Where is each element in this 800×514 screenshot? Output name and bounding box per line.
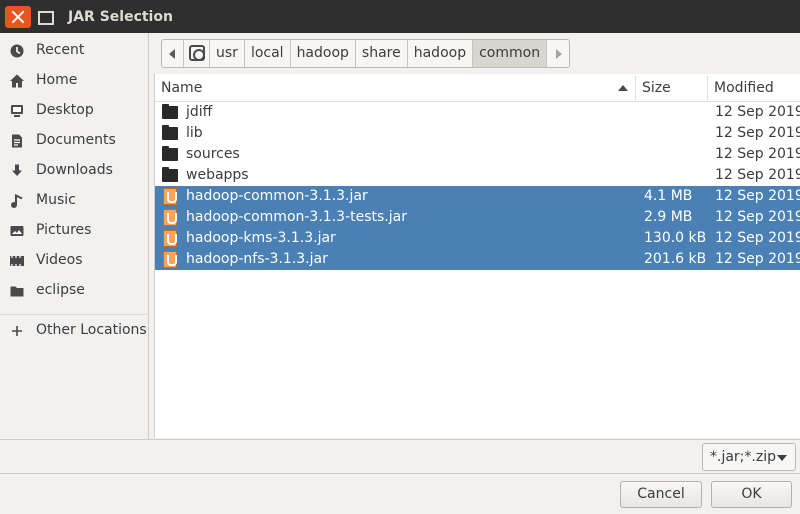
path-segment-local[interactable]: local (245, 40, 291, 67)
file-name: hadoop-kms-3.1.3.jar (186, 230, 336, 246)
column-header-name[interactable]: Name (161, 74, 202, 102)
sort-ascending-icon (618, 85, 628, 91)
sidebar-item-label: Other Locations (36, 322, 147, 338)
file-size: 201.6 kB (644, 251, 707, 267)
sidebar-item-documents[interactable]: Documents (0, 126, 148, 156)
video-icon (10, 256, 24, 266)
column-header: Name Size Modified (155, 74, 800, 102)
document-icon (12, 134, 22, 148)
sidebar-item-home[interactable]: Home (0, 66, 148, 96)
sidebar-item-other-locations[interactable]: Other Locations (0, 316, 148, 346)
file-modified: 12 Sep 2019 (715, 230, 800, 246)
file-row-hadoop-common-tests-jar[interactable]: hadoop-common-3.1.3-tests.jar 2.9 MB 12 … (155, 207, 800, 228)
path-scroll-left-button[interactable] (162, 40, 184, 67)
places-sidebar: Recent Home Desktop Documents Downloads … (0, 33, 149, 439)
file-name: jdiff (186, 104, 213, 120)
file-modified: 12 Sep 2019 (715, 251, 800, 267)
file-modified: 12 Sep 2019 (715, 125, 800, 141)
path-segment-share[interactable]: share (356, 40, 408, 67)
folder-icon (162, 167, 178, 182)
file-modified: 12 Sep 2019 (715, 188, 800, 204)
file-name: webapps (186, 167, 249, 183)
column-header-size[interactable]: Size (642, 74, 671, 102)
file-name: lib (186, 125, 203, 141)
file-modified: 12 Sep 2019 (715, 167, 800, 183)
file-name: sources (186, 146, 240, 162)
sidebar-item-label: Recent (36, 42, 85, 58)
file-size: 2.9 MB (644, 209, 693, 225)
sidebar-item-music[interactable]: Music (0, 186, 148, 216)
file-size: 4.1 MB (644, 188, 693, 204)
filter-row: *.jar;*.zip (0, 439, 800, 474)
file-name: hadoop-nfs-3.1.3.jar (186, 251, 328, 267)
sidebar-item-recent[interactable]: Recent (0, 36, 148, 66)
file-modified: 12 Sep 2019 (715, 146, 800, 162)
file-size: 130.0 kB (644, 230, 707, 246)
file-row-hadoop-common-jar[interactable]: hadoop-common-3.1.3.jar 4.1 MB 12 Sep 20… (155, 186, 800, 207)
title-bar: JAR Selection (0, 0, 800, 33)
sidebar-item-label: Desktop (36, 102, 94, 118)
path-segment-common[interactable]: common (473, 40, 548, 67)
file-name: hadoop-common-3.1.3-tests.jar (186, 209, 407, 225)
music-icon (11, 193, 23, 208)
sidebar-divider (0, 314, 148, 315)
sidebar-item-label: Home (36, 72, 78, 88)
sidebar-item-label: Downloads (36, 162, 113, 178)
sidebar-item-label: Music (36, 192, 76, 208)
jar-file-icon (163, 188, 177, 205)
folder-icon (162, 104, 178, 119)
file-row-webapps[interactable]: webapps 12 Sep 2019 (155, 165, 800, 186)
dialog-footer: *.jar;*.zip Cancel OK (0, 439, 800, 514)
sidebar-item-label: Documents (36, 132, 116, 148)
desktop-icon (11, 105, 23, 117)
sidebar-item-desktop[interactable]: Desktop (0, 96, 148, 126)
plus-icon (12, 326, 22, 336)
download-icon (12, 164, 22, 176)
file-list: Name Size Modified jdiff 12 Sep 2019 lib… (154, 74, 800, 438)
jar-file-icon (163, 230, 177, 247)
column-header-modified[interactable]: Modified (714, 74, 774, 102)
sidebar-item-eclipse[interactable]: eclipse (0, 276, 148, 306)
close-icon[interactable] (5, 6, 31, 28)
picture-icon (10, 226, 24, 236)
sidebar-item-pictures[interactable]: Pictures (0, 216, 148, 246)
home-icon (10, 74, 24, 88)
window-title: JAR Selection (68, 9, 173, 25)
drive-icon (189, 45, 205, 61)
path-root-button[interactable] (184, 40, 210, 67)
file-row-jdiff[interactable]: jdiff 12 Sep 2019 (155, 102, 800, 123)
file-modified: 12 Sep 2019 (715, 209, 800, 225)
sidebar-item-label: eclipse (36, 282, 85, 298)
cancel-button[interactable]: Cancel (620, 481, 702, 508)
file-row-sources[interactable]: sources 12 Sep 2019 (155, 144, 800, 165)
column-divider[interactable] (635, 76, 636, 100)
path-segment-usr[interactable]: usr (210, 40, 245, 67)
file-row-hadoop-kms-jar[interactable]: hadoop-kms-3.1.3.jar 130.0 kB 12 Sep 201… (155, 228, 800, 249)
file-name: hadoop-common-3.1.3.jar (186, 188, 368, 204)
sidebar-item-downloads[interactable]: Downloads (0, 156, 148, 186)
file-modified: 12 Sep 2019 (715, 104, 800, 120)
folder-icon (162, 125, 178, 140)
file-type-filter-select[interactable]: *.jar;*.zip (702, 443, 796, 471)
path-bar: usr local hadoop share hadoop common (161, 39, 571, 68)
path-scroll-right-button[interactable] (547, 40, 569, 67)
clock-icon (10, 44, 24, 58)
ok-button[interactable]: OK (711, 481, 792, 508)
maximize-icon[interactable] (36, 8, 54, 25)
jar-file-icon (163, 209, 177, 226)
folder-icon (162, 146, 178, 161)
sidebar-item-label: Videos (36, 252, 83, 268)
jar-file-icon (163, 251, 177, 268)
file-row-lib[interactable]: lib 12 Sep 2019 (155, 123, 800, 144)
file-row-hadoop-nfs-jar[interactable]: hadoop-nfs-3.1.3.jar 201.6 kB 12 Sep 201… (155, 249, 800, 270)
path-segment-hadoop[interactable]: hadoop (291, 40, 356, 67)
path-segment-hadoop-2[interactable]: hadoop (408, 40, 474, 67)
sidebar-item-label: Pictures (36, 222, 92, 238)
column-divider[interactable] (707, 76, 708, 100)
folder-icon (10, 286, 24, 297)
sidebar-item-videos[interactable]: Videos (0, 246, 148, 276)
